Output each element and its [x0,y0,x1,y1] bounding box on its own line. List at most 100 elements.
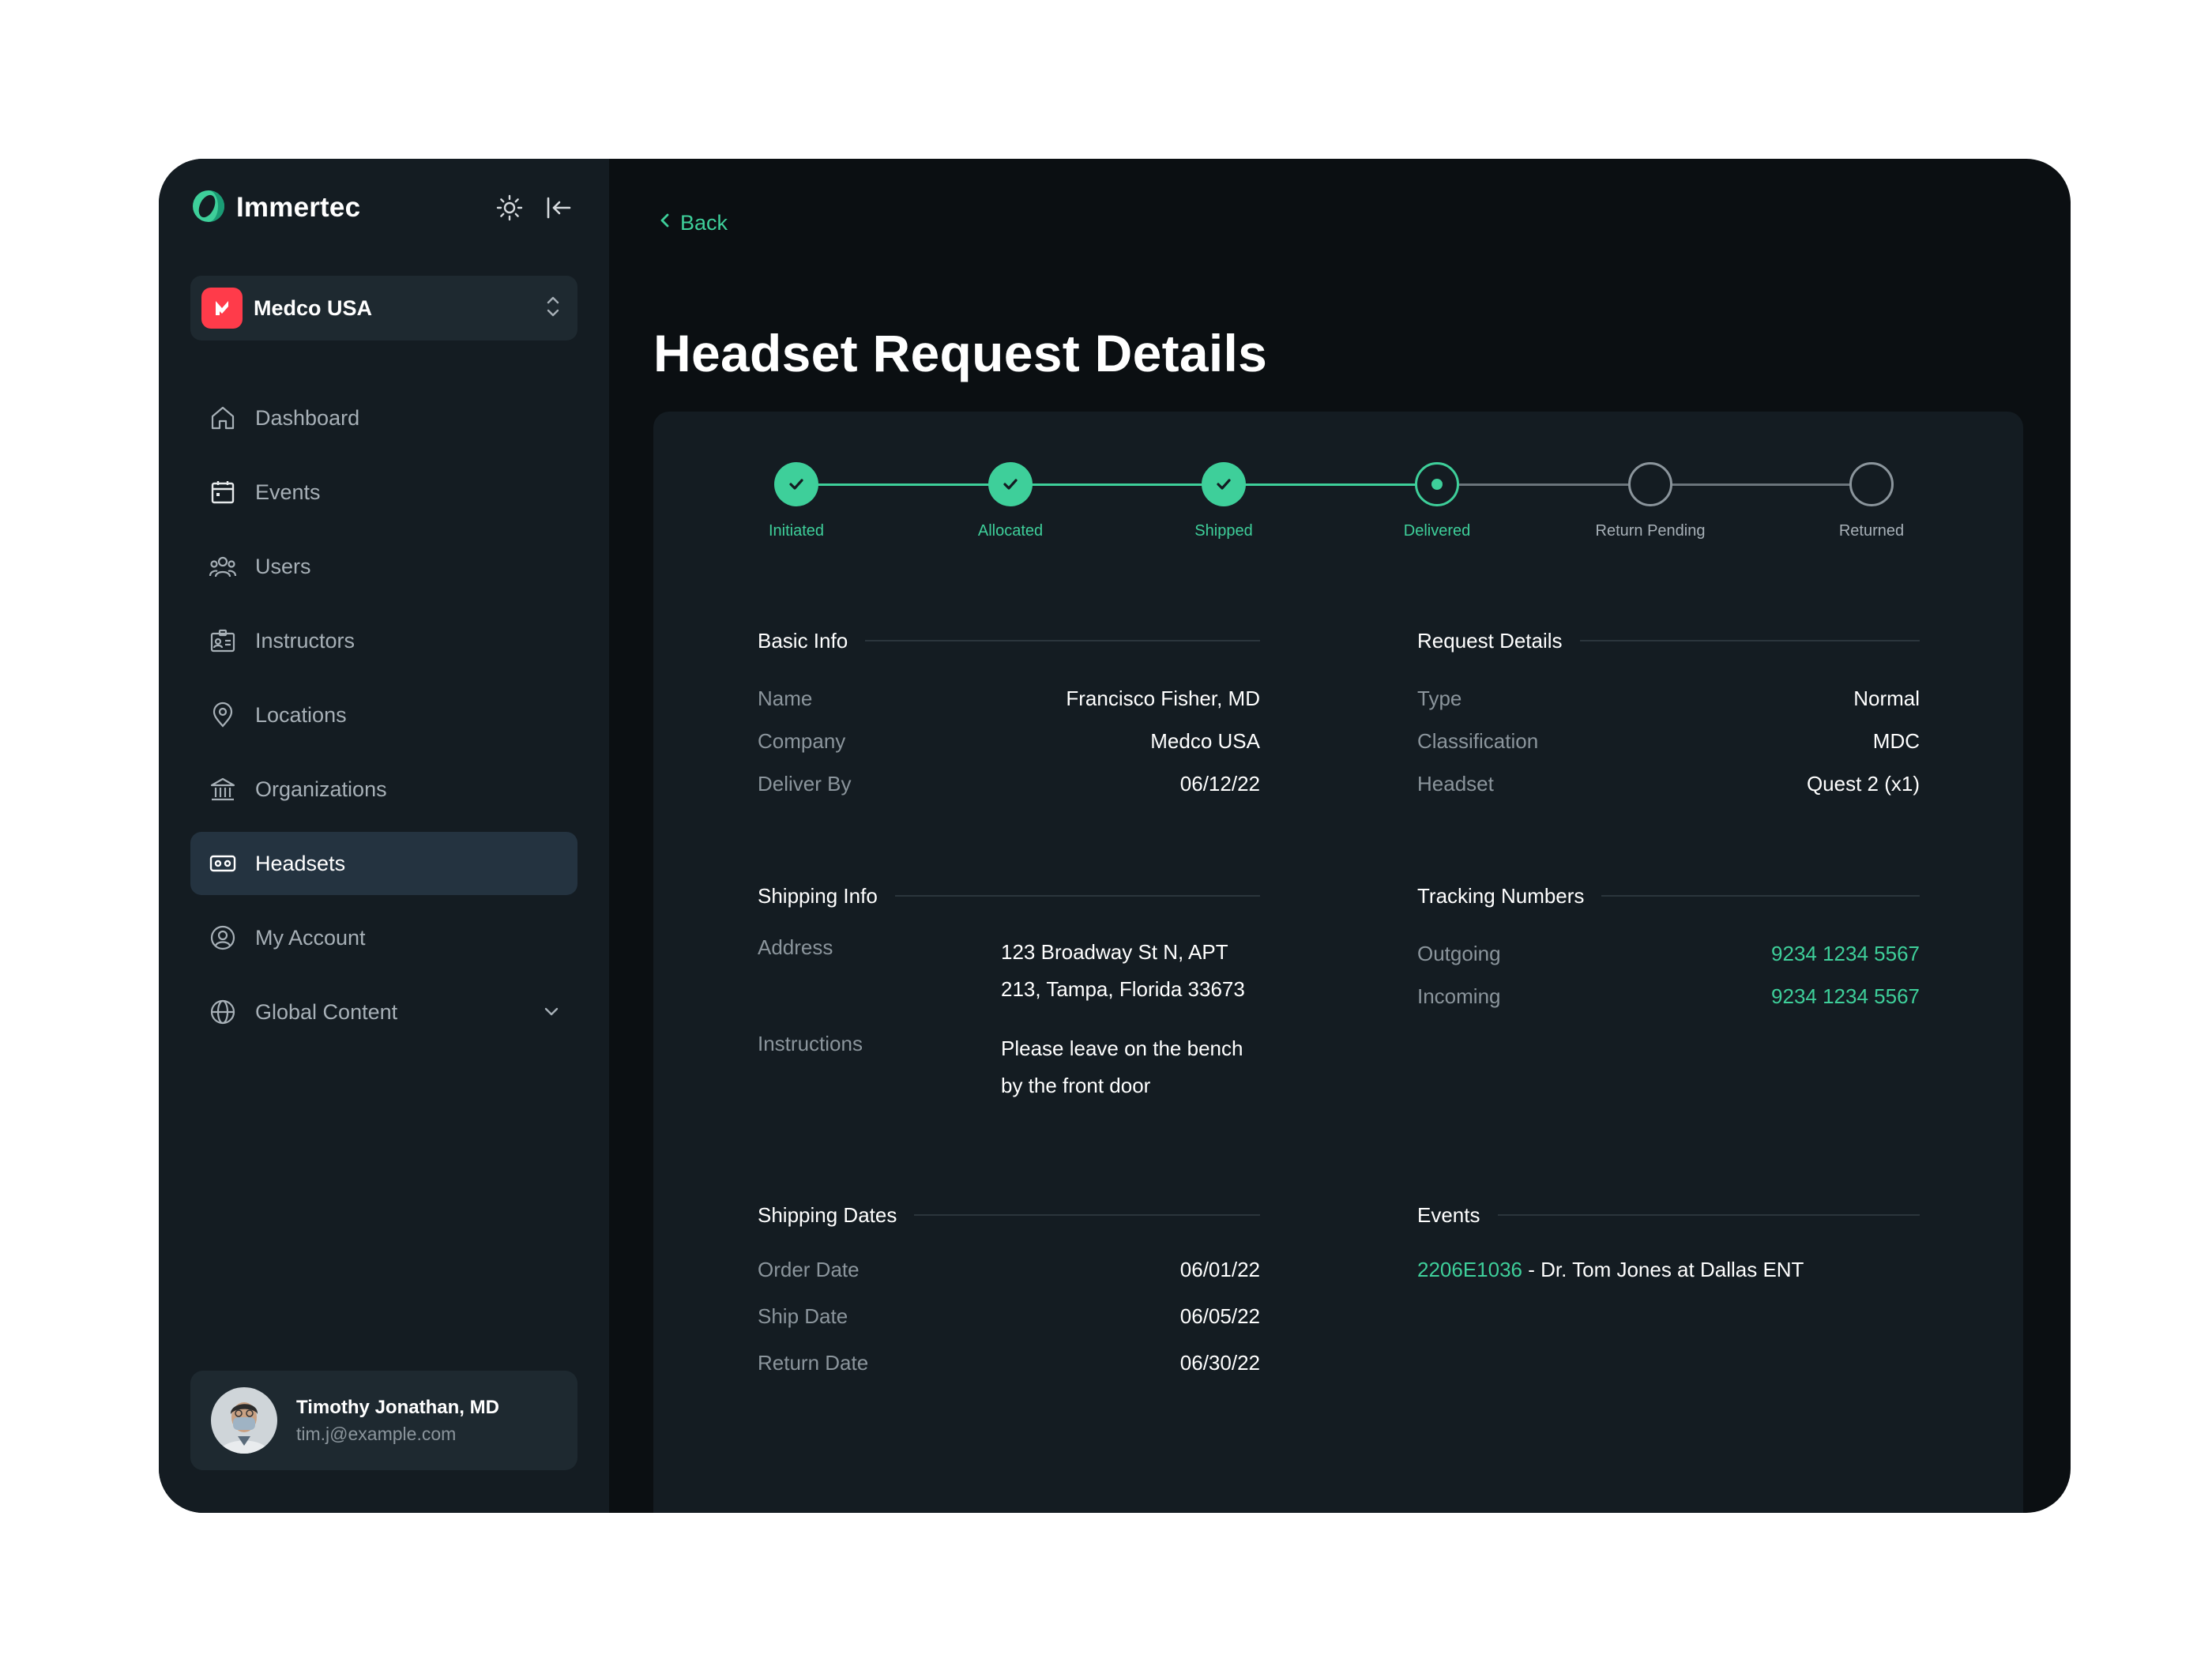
row-label: Instructions [758,1032,863,1055]
step-delivered: Delivered [1350,462,1524,540]
sidebar-top-actions [494,192,574,224]
row-label: Headset [1417,771,1494,796]
row-label: Return Date [758,1351,869,1375]
row-label: Type [1417,686,1462,710]
sidebar-item-label: Global Content [255,999,398,1024]
sidebar-item-users[interactable]: Users [190,535,577,598]
section-divider [1497,1214,1920,1216]
row-value: 06/30/22 [1179,1351,1260,1375]
id-card-icon [208,626,238,656]
user-circle-icon [208,923,238,953]
step-label: Initiated [768,522,825,540]
row-value: 06/12/22 [1179,771,1260,796]
collapse-sidebar-icon[interactable] [543,192,574,224]
info-row: Classification MDC [1417,720,1920,762]
back-label: Back [680,211,728,235]
request-details-section: Request Details Type Normal Classificati… [1417,625,1920,805]
building-icon [208,774,238,804]
brand[interactable]: Immertec [190,187,360,228]
sidebar-item-organizations[interactable]: Organizations [190,758,577,821]
instructions-value: Please leave on the bench by the front d… [1001,1030,1260,1104]
sidebar-item-headsets[interactable]: Headsets [190,832,577,895]
address-value: 123 Broadway St N, APT 213, Tampa, Flori… [1001,934,1260,1008]
instructions-row: Instructions Please leave on the bench b… [758,1025,1260,1104]
sidebar-item-label: Headsets [255,851,346,875]
step-label: Returned [1838,522,1905,540]
row-label: Order Date [758,1258,860,1281]
address-line: 123 Broadway St N, APT [1001,940,1228,964]
back-link[interactable]: Back [656,211,728,235]
avatar [211,1387,277,1454]
sidebar-item-my-account[interactable]: My Account [190,906,577,969]
event-id-link[interactable]: 2206E1036 [1417,1258,1522,1281]
row-label: Ship Date [758,1304,848,1328]
row-label: Classification [1417,728,1539,753]
info-row: Headset Quest 2 (x1) [1417,762,1920,805]
instructions-line: by the front door [1001,1074,1151,1097]
section-title: Request Details [1417,628,1563,653]
info-row: Order Date 06/01/22 [758,1247,1260,1293]
step-return-pending: Return Pending [1563,462,1737,540]
org-logo-icon [201,288,243,329]
org-name: Medco USA [254,295,373,320]
step-label: Return Pending [1595,522,1706,540]
home-icon [208,403,238,433]
page-title: Headset Request Details [653,324,1268,382]
step-shipped: Shipped [1137,462,1311,540]
info-row: Name Francisco Fisher, MD [758,677,1260,720]
current-step-dot-icon [1415,462,1459,506]
sidebar-item-instructors[interactable]: Instructors [190,609,577,672]
sidebar-item-label: Events [255,480,321,504]
section-title: Events [1417,1202,1480,1227]
incoming-tracking-link[interactable]: 9234 1234 5567 [1771,984,1920,1009]
check-icon [774,462,818,506]
info-row: Type Normal [1417,677,1920,720]
check-icon [1202,462,1246,506]
section-divider [914,1214,1260,1216]
info-row: Company Medco USA [758,720,1260,762]
globe-icon [208,997,238,1027]
outgoing-tracking-link[interactable]: 9234 1234 5567 [1771,942,1920,966]
tracking-numbers-section: Tracking Numbers Outgoing 9234 1234 5567… [1417,880,1920,1018]
address-row: Address 123 Broadway St N, APT 213, Tamp… [758,929,1260,1008]
row-value: Medco USA [1150,728,1260,753]
sidebar-nav: Dashboard Events Users Instructors Locat… [190,386,577,1055]
theme-toggle-sun-icon[interactable] [494,192,525,224]
chevron-left-icon [656,211,672,235]
row-value: Francisco Fisher, MD [1066,686,1260,710]
section-title: Basic Info [758,628,848,653]
row-value: Quest 2 (x1) [1806,771,1920,796]
section-divider [865,640,1260,641]
event-item: 2206E1036 - Dr. Tom Jones at Dallas ENT [1417,1258,1920,1282]
step-label: Delivered [1403,522,1471,540]
sidebar: Immertec Medco USA Dashboard Events User… [159,159,609,1513]
app-window: Immertec Medco USA Dashboard Events User… [159,159,2071,1513]
user-email: tim.j@example.com [296,1423,457,1444]
instructions-line: Please leave on the bench [1001,1036,1243,1060]
chevron-down-icon[interactable] [541,1002,562,1022]
brand-name: Immertec [236,192,361,223]
row-label: Company [758,728,846,753]
basic-info-section: Basic Info Name Francisco Fisher, MD Com… [758,625,1260,805]
row-label: Name [758,686,813,710]
info-row: Deliver By 06/12/22 [758,762,1260,805]
step-label: Shipped [1194,522,1253,540]
sidebar-item-dashboard[interactable]: Dashboard [190,386,577,450]
section-divider [1601,895,1920,897]
section-divider [1579,640,1920,641]
section-title: Tracking Numbers [1417,883,1585,908]
row-label: Outgoing [1417,941,1501,965]
sidebar-item-locations[interactable]: Locations [190,683,577,747]
main-content: Back Headset Request Details Initiated A… [609,159,2071,1513]
user-name: Timothy Jonathan, MD [296,1396,499,1418]
step-returned: Returned [1785,462,1958,540]
address-line: 213, Tampa, Florida 33673 [1001,977,1245,1001]
sidebar-item-events[interactable]: Events [190,461,577,524]
sidebar-item-global-content[interactable]: Global Content [190,980,577,1044]
immertec-logo-icon [190,188,227,228]
row-value: MDC [1872,728,1920,753]
step-label: Allocated [977,522,1044,540]
users-icon [208,551,238,581]
user-profile-card[interactable]: Timothy Jonathan, MD tim.j@example.com [190,1371,577,1470]
organization-switcher[interactable]: Medco USA [190,276,577,340]
